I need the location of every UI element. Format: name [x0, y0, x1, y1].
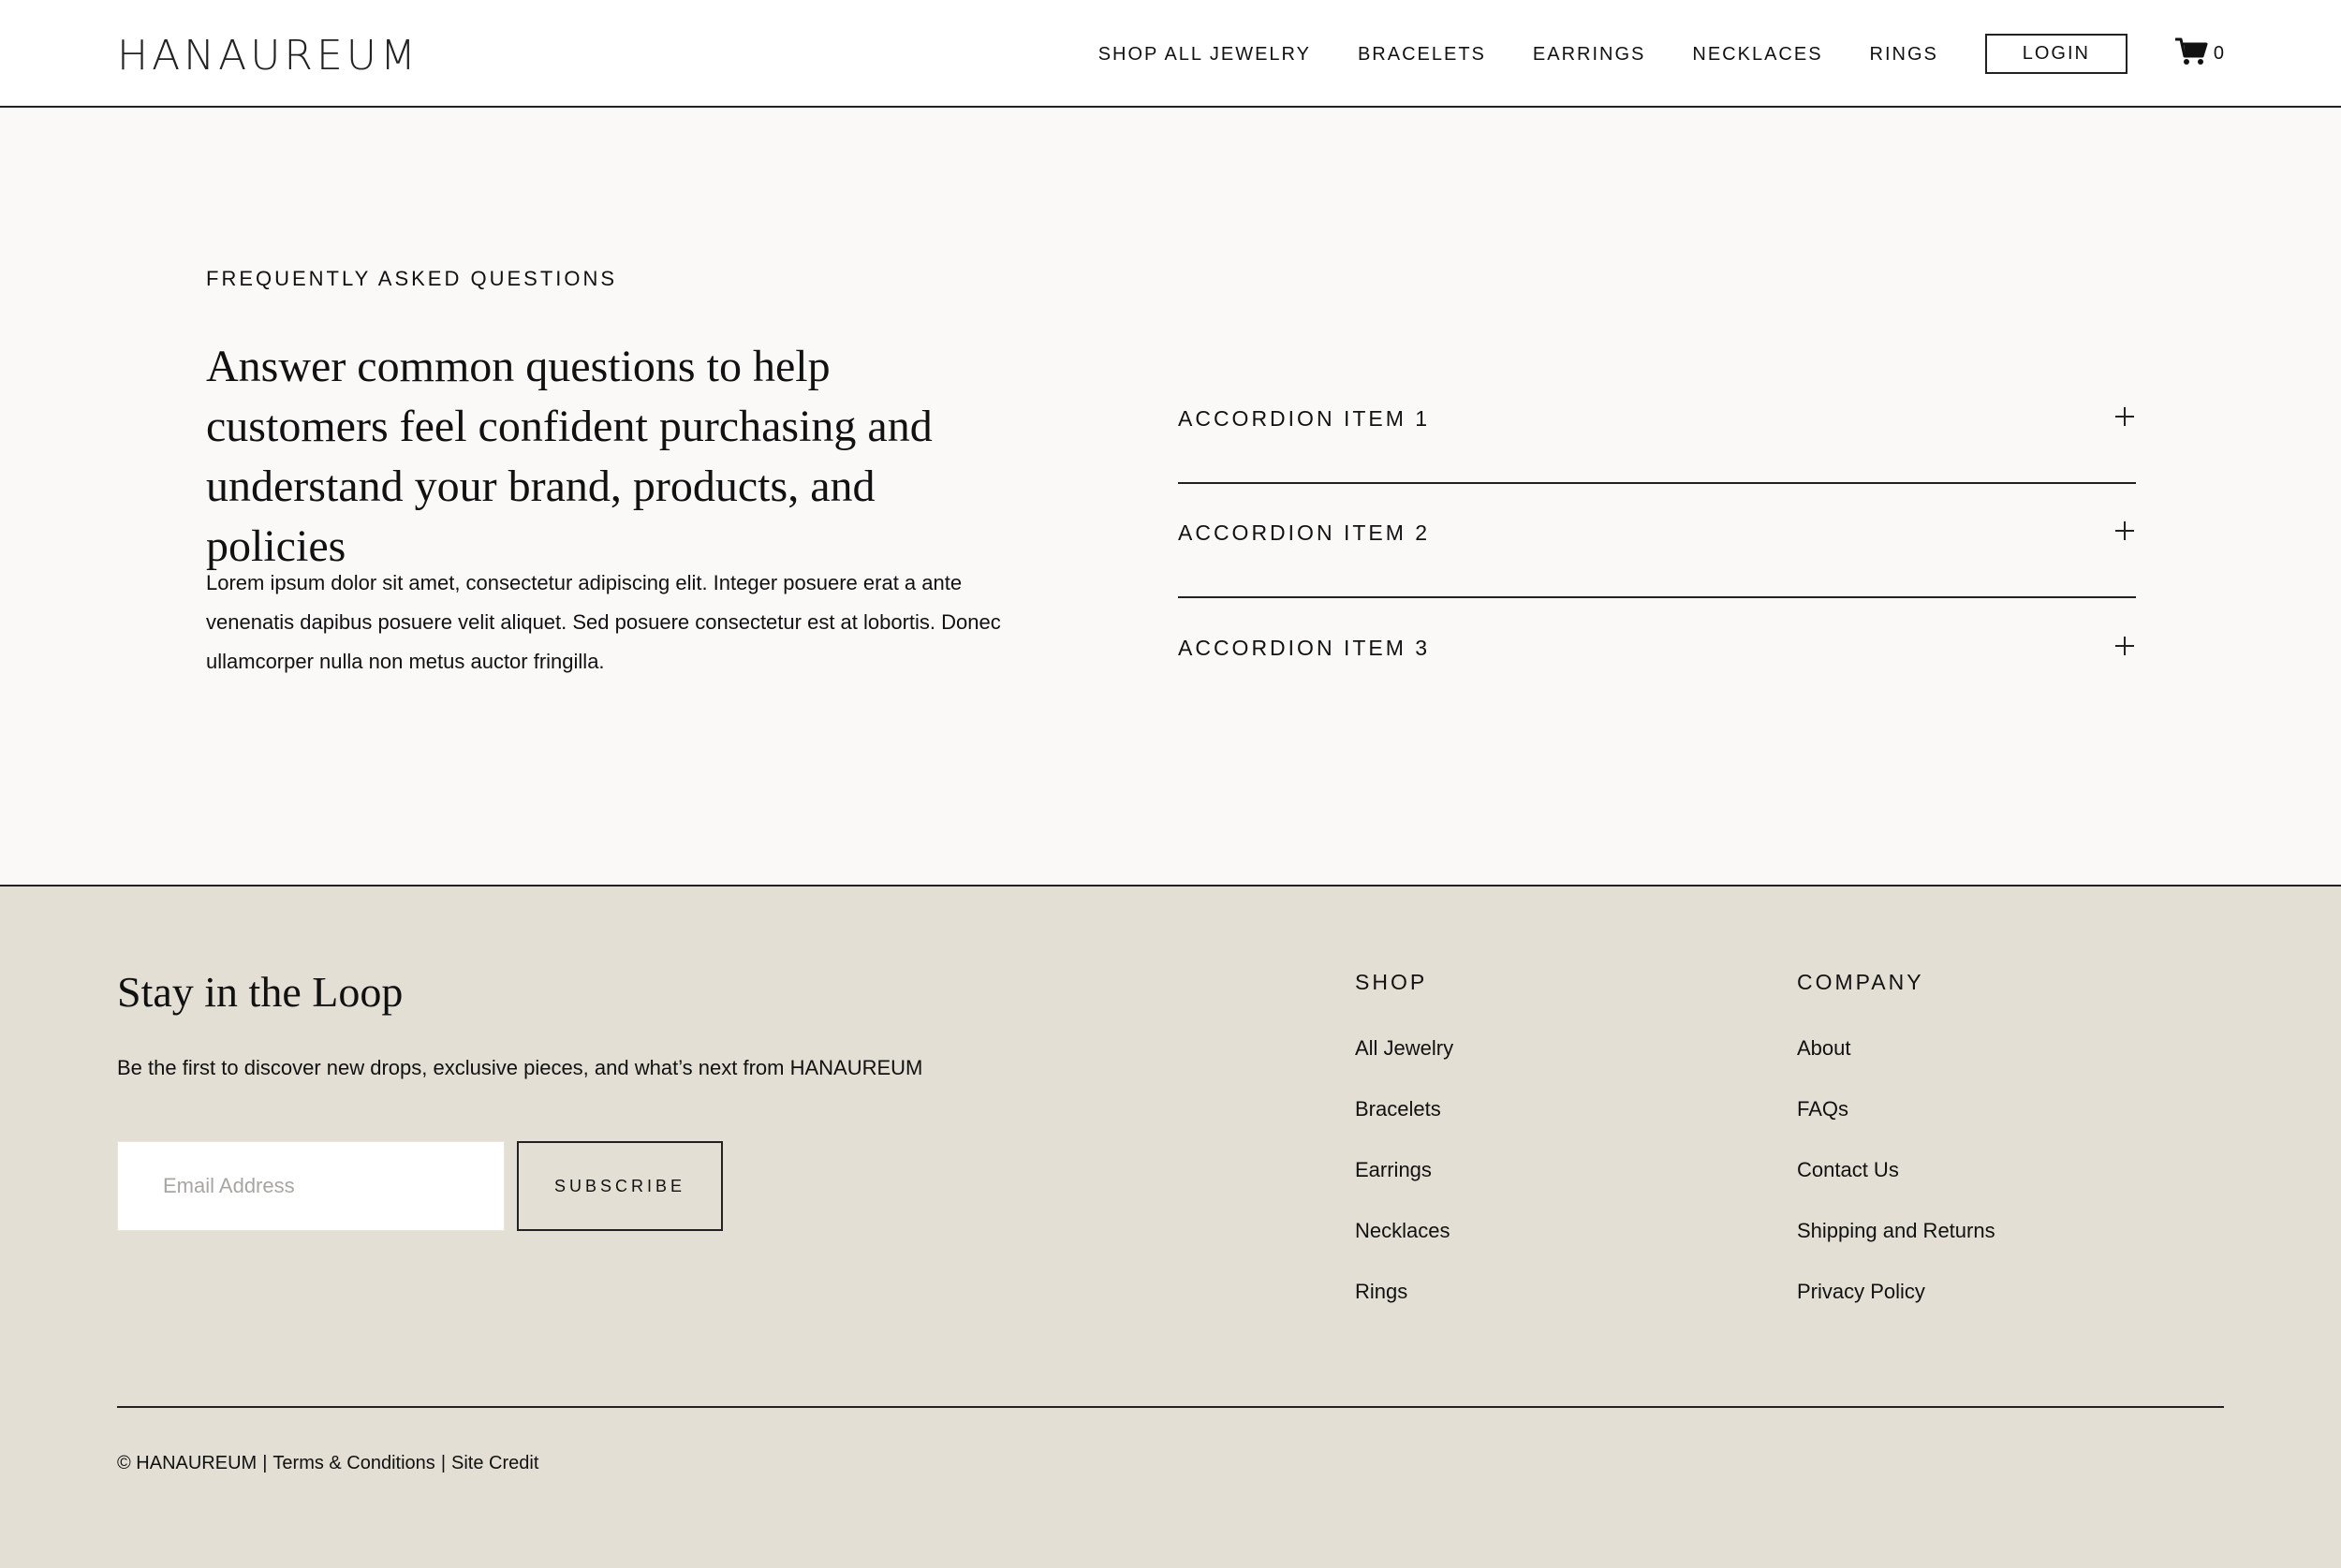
main-nav: SHOP ALL JEWELRY BRACELETS EARRINGS NECK… — [1098, 0, 2341, 108]
cart-count: 0 — [2213, 43, 2224, 64]
accordion-item-2[interactable]: ACCORDION ITEM 2 — [1178, 484, 2136, 598]
nav-shop-all-jewelry[interactable]: SHOP ALL JEWELRY — [1098, 43, 1311, 66]
copyright: © HANAUREUM — [117, 1453, 258, 1473]
footer-link-privacy-policy[interactable]: Privacy Policy — [1797, 1280, 1995, 1304]
footer-company-column: COMPANY About FAQs Contact Us Shipping a… — [1797, 969, 1995, 1341]
legal-separator: | — [440, 1453, 447, 1473]
site-header: HANAUREUM SHOP ALL JEWELRY BRACELETS EAR… — [0, 0, 2341, 108]
accordion-item-label: ACCORDION ITEM 3 — [1178, 636, 1431, 660]
nav-bracelets[interactable]: BRACELETS — [1358, 43, 1486, 66]
footer-link-all-jewelry[interactable]: All Jewelry — [1355, 1036, 1453, 1061]
plus-icon[interactable] — [2113, 405, 2136, 428]
footer-link-necklaces[interactable]: Necklaces — [1355, 1219, 1453, 1243]
footer-shop-column: SHOP All Jewelry Bracelets Earrings Neck… — [1355, 969, 1453, 1341]
footer-divider — [117, 1406, 2224, 1408]
plus-icon[interactable] — [2113, 520, 2136, 542]
faq-accordion: ACCORDION ITEM 1 ACCORDION ITEM 2 ACCORD… — [1178, 370, 2136, 712]
login-button[interactable]: LOGIN — [1984, 34, 2128, 74]
footer-legal: © HANAUREUM | Terms & Conditions | Site Cred… — [117, 1451, 538, 1475]
accordion-item-label: ACCORDION ITEM 1 — [1178, 406, 1431, 431]
faq-heading: Answer common questions to help customer… — [206, 342, 933, 571]
plus-icon[interactable] — [2113, 635, 2136, 657]
site-credit-link[interactable]: Site Credit — [451, 1453, 538, 1473]
footer-link-earrings[interactable]: Earrings — [1355, 1158, 1453, 1182]
cart-button[interactable]: 0 — [2174, 37, 2224, 71]
logo[interactable]: HANAUREUM — [117, 32, 420, 81]
accordion-item-1[interactable]: ACCORDION ITEM 1 — [1178, 370, 2136, 484]
footer-link-bracelets[interactable]: Bracelets — [1355, 1097, 1453, 1121]
faq-eyebrow: FREQUENTLY ASKED QUESTIONS — [206, 267, 618, 290]
legal-separator: | — [262, 1453, 268, 1473]
footer-shop-title: SHOP — [1355, 970, 1428, 994]
terms-link[interactable]: Terms & Conditions — [272, 1453, 434, 1473]
footer-company-title: COMPANY — [1797, 970, 1924, 994]
site-footer: Stay in the Loop Be the first to discove… — [0, 887, 2341, 1568]
footer-link-shipping-returns[interactable]: Shipping and Returns — [1797, 1219, 1995, 1243]
nav-necklaces[interactable]: NECKLACES — [1692, 43, 1822, 66]
accordion-item-label: ACCORDION ITEM 2 — [1178, 520, 1431, 545]
newsletter-subtitle: Be the first to discover new drops, excl… — [117, 1056, 923, 1079]
newsletter-title: Stay in the Loop — [117, 968, 404, 1016]
faq-section: FREQUENTLY ASKED QUESTIONS Answer common… — [0, 108, 2341, 887]
nav-rings[interactable]: RINGS — [1870, 43, 1938, 66]
faq-body: Lorem ipsum dolor sit amet, consectetur … — [206, 571, 1001, 673]
footer-link-contact-us[interactable]: Contact Us — [1797, 1158, 1995, 1182]
accordion-item-3[interactable]: ACCORDION ITEM 3 — [1178, 598, 2136, 712]
footer-link-about[interactable]: About — [1797, 1036, 1995, 1061]
footer-link-rings[interactable]: Rings — [1355, 1280, 1453, 1304]
email-input[interactable] — [117, 1141, 505, 1231]
cart-icon — [2174, 37, 2208, 71]
footer-link-faqs[interactable]: FAQs — [1797, 1097, 1995, 1121]
nav-earrings[interactable]: EARRINGS — [1533, 43, 1645, 66]
subscribe-button[interactable]: SUBSCRIBE — [517, 1141, 723, 1231]
